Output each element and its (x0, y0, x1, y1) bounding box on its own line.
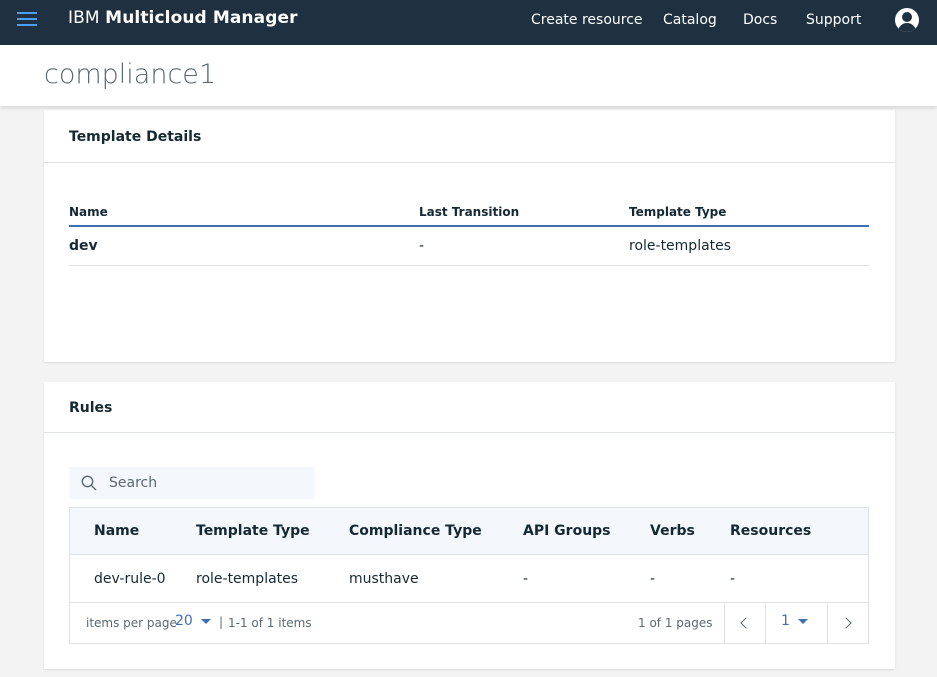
rule-verbs-cell: - (650, 571, 656, 587)
template-details-title: Template Details (69, 129, 202, 145)
items-per-page-value: 20 (175, 613, 193, 629)
rules-table-header: Name Template Type Compliance Type API G… (70, 508, 868, 555)
column-header-compliance-type[interactable]: Compliance Type (349, 523, 482, 539)
card-divider (44, 162, 895, 163)
page-title: compliance1 (44, 59, 217, 90)
column-header-api-groups[interactable]: API Groups (523, 523, 611, 539)
items-per-page-label: items per page (86, 616, 177, 630)
nav-support[interactable]: Support (806, 12, 861, 28)
column-header-name[interactable]: Name (94, 523, 139, 539)
nav-docs[interactable]: Docs (743, 12, 777, 28)
rules-title: Rules (69, 400, 113, 416)
search-input[interactable] (109, 467, 309, 499)
pagination-separator: | (219, 615, 224, 629)
search-icon (81, 475, 97, 491)
pages-text: 1 of 1 pages (638, 616, 713, 630)
chevron-down-icon (797, 618, 808, 624)
current-page-value: 1 (781, 613, 790, 629)
rule-resources-cell: - (730, 571, 736, 587)
rule-template-type-cell: role-templates (196, 571, 299, 587)
user-profile-icon[interactable] (895, 8, 919, 32)
table-row-divider (69, 265, 869, 266)
pager-divider (765, 604, 766, 643)
template-name-cell: dev (69, 238, 98, 254)
page-header: compliance1 (0, 45, 937, 106)
top-navigation-bar: IBM Multicloud Manager Create resource C… (0, 0, 937, 45)
brand-ibm: IBM (68, 8, 100, 28)
column-header-last-transition: Last Transition (419, 205, 520, 219)
rules-card: Rules Name Template Type Compliance Type… (44, 382, 895, 669)
template-type-cell: role-templates (629, 238, 732, 254)
chevron-down-icon (200, 618, 211, 624)
hamburger-menu-icon[interactable] (17, 12, 37, 28)
items-range-text: 1-1 of 1 items (228, 616, 312, 630)
nav-catalog[interactable]: Catalog (663, 12, 717, 28)
chevron-right-icon (840, 617, 852, 629)
page-select[interactable]: 1 (781, 613, 808, 629)
items-per-page-select[interactable]: 20 (175, 613, 211, 629)
column-header-verbs[interactable]: Verbs (650, 523, 695, 539)
card-divider (44, 432, 895, 433)
last-transition-cell: - (419, 238, 425, 254)
brand-product-name: Multicloud Manager (105, 8, 298, 28)
column-header-template-type: Template Type (629, 205, 727, 219)
table-row[interactable]: dev-rule-0 role-templates musthave - - - (70, 556, 868, 603)
template-details-card: Template Details Name Last Transition Te… (44, 110, 895, 362)
chevron-left-icon (740, 617, 752, 629)
pagination: items per page 20 | 1-1 of 1 items 1 of … (70, 604, 868, 643)
nav-create-resource[interactable]: Create resource (531, 12, 643, 28)
column-header-resources[interactable]: Resources (730, 523, 811, 539)
previous-page-button[interactable] (725, 604, 765, 643)
table-header-underline (69, 225, 869, 227)
product-brand[interactable]: IBM Multicloud Manager (68, 8, 298, 28)
column-header-name: Name (69, 205, 108, 219)
rules-table: Name Template Type Compliance Type API G… (69, 507, 869, 644)
rules-search (69, 467, 315, 499)
next-page-button[interactable] (828, 604, 868, 643)
rule-compliance-type-cell: musthave (349, 571, 419, 587)
rule-name-cell: dev-rule-0 (94, 571, 166, 587)
rule-api-groups-cell: - (523, 571, 529, 587)
column-header-template-type[interactable]: Template Type (196, 523, 310, 539)
